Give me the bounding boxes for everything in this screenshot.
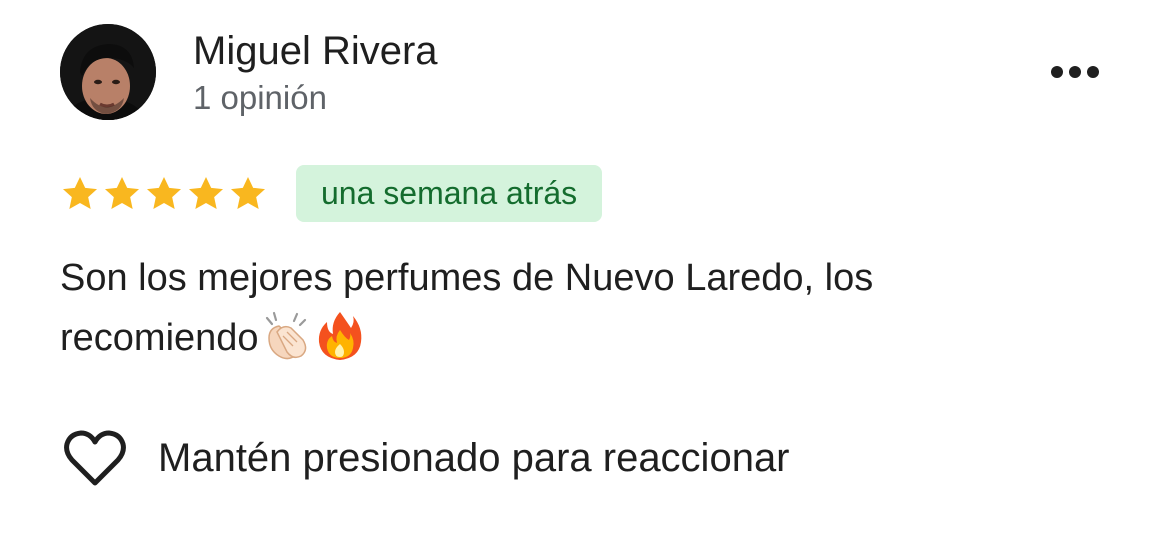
star-icon — [105, 176, 139, 209]
star-icon — [63, 176, 97, 209]
more-horizontal-icon — [1051, 66, 1099, 78]
fire-icon — [313, 308, 367, 380]
heart-outline-icon — [64, 430, 126, 486]
review-card: Miguel Rivera 1 opinión una semana atrás… — [0, 0, 1170, 539]
star-icon — [189, 176, 223, 209]
star-rating — [60, 174, 270, 214]
more-options-button[interactable] — [1040, 52, 1110, 92]
avatar[interactable] — [60, 24, 156, 120]
user-photo-icon — [60, 24, 156, 120]
review-text: Son los mejores perfumes de Nuevo Laredo… — [60, 248, 1110, 380]
star-icon — [231, 176, 265, 209]
clapping-hands-icon — [259, 308, 313, 380]
star-icon — [147, 176, 181, 209]
react-label: Mantén presionado para reaccionar — [158, 435, 790, 480]
time-ago-badge: una semana atrás — [296, 165, 603, 222]
author-name[interactable]: Miguel Rivera — [193, 28, 438, 74]
review-text-line-2: recomiendo — [60, 317, 259, 359]
react-button[interactable]: Mantén presionado para reaccionar — [64, 426, 790, 490]
author-review-count: 1 opinión — [193, 79, 327, 116]
rating-row: una semana atrás — [60, 165, 603, 222]
review-text-line-1: Son los mejores perfumes de Nuevo Laredo… — [60, 257, 874, 299]
